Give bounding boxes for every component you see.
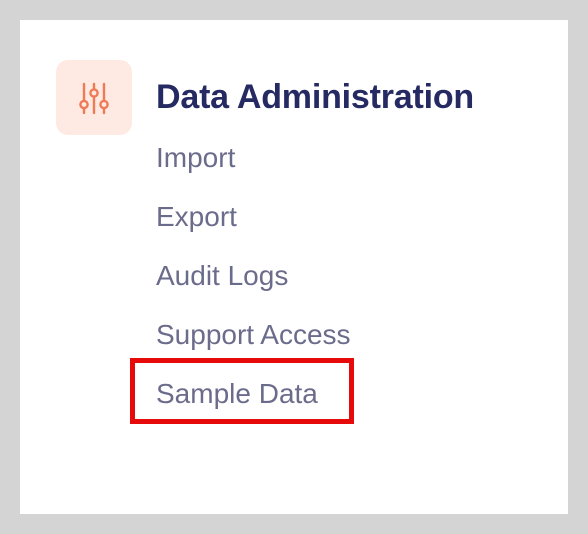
section-title: Data Administration [156, 78, 474, 116]
menu-item-sample-data[interactable]: Sample Data [156, 372, 351, 431]
sliders-icon [56, 60, 132, 135]
menu-item-support-access[interactable]: Support Access [156, 313, 351, 372]
menu-item-import[interactable]: Import [156, 136, 351, 195]
menu-item-audit-logs[interactable]: Audit Logs [156, 254, 351, 313]
data-administration-menu: Import Export Audit Logs Support Access … [156, 136, 351, 431]
menu-item-export[interactable]: Export [156, 195, 351, 254]
data-administration-card: Data Administration Import Export Audit … [20, 20, 568, 514]
